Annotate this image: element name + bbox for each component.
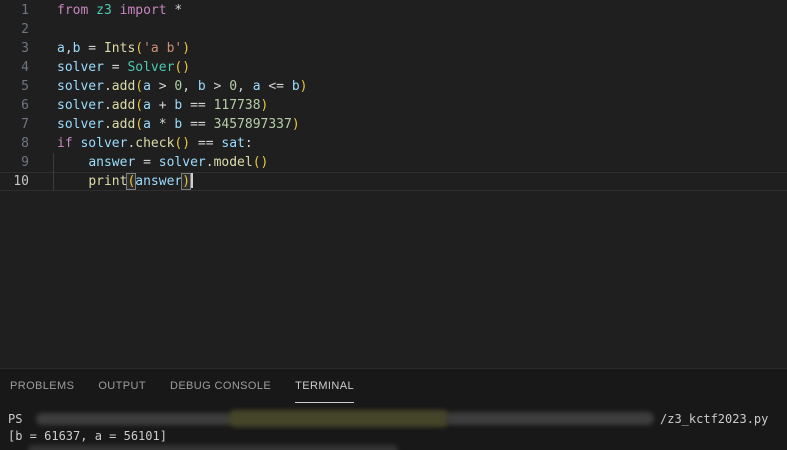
text-cursor (191, 173, 193, 188)
code-line-5[interactable]: 5 solver.add(a > 0, b > 0, a <= b) (0, 77, 787, 96)
panel-tab-terminal[interactable]: TERMINAL (295, 369, 354, 403)
line-number: 7 (21, 117, 29, 132)
code-text: a,b = Ints('a b') (57, 41, 191, 56)
terminal-prompt: PS (8, 412, 23, 426)
line-number: 1 (21, 3, 29, 18)
redacted-path-blur (446, 412, 654, 425)
code-line-8[interactable]: 8 if solver.check() == sat: (0, 134, 787, 153)
code-line-1[interactable]: 1 from z3 import * (0, 1, 787, 20)
line-number: 3 (21, 41, 29, 56)
redacted-path-blur (36, 413, 232, 425)
line-number: 5 (21, 79, 29, 94)
code-editor[interactable]: 1 from z3 import * 2 3 a,b = Ints('a b') 4 sol… (0, 0, 787, 369)
terminal-output-model: [b = 61637, a = 56101] (8, 429, 167, 443)
indent-guide (53, 172, 54, 191)
code-line-3[interactable]: 3 a,b = Ints('a b') (0, 39, 787, 58)
terminal-script-filename: /z3_kctf2023.py (660, 412, 769, 426)
panel-tab-output[interactable]: OUTPUT (98, 369, 146, 403)
line-number: 8 (21, 136, 29, 151)
indent-guide (53, 153, 54, 172)
code-text: solver.add(a > 0, b > 0, a <= b) (57, 79, 308, 94)
bottom-panel: PROBLEMS OUTPUT DEBUG CONSOLE TERMINAL PS /… (0, 368, 787, 450)
line-number: 6 (21, 98, 29, 113)
line-number: 2 (21, 22, 29, 37)
code-text: if solver.check() == sat: (57, 136, 253, 151)
code-line-10[interactable]: 10 print(answer) (0, 172, 787, 191)
line-number: 9 (21, 155, 29, 170)
line-number: 4 (21, 60, 29, 75)
line-number: 10 (13, 174, 29, 189)
code-line-6[interactable]: 6 solver.add(a + b == 117738) (0, 96, 787, 115)
panel-tab-problems[interactable]: PROBLEMS (10, 369, 74, 403)
code-line-4[interactable]: 4 solver = Solver() (0, 58, 787, 77)
code-text: from z3 import * (57, 3, 183, 18)
code-text: solver.add(a * b == 3457897337) (57, 117, 300, 132)
code-line-2[interactable]: 2 (0, 20, 787, 39)
redacted-command-blur (228, 410, 450, 427)
panel-tab-bar: PROBLEMS OUTPUT DEBUG CONSOLE TERMINAL (0, 369, 787, 403)
code-text: solver = Solver() (57, 60, 191, 75)
code-text: print(answer) (53, 172, 193, 191)
vscode-window: 1 from z3 import * 2 3 a,b = Ints('a b') 4 sol… (0, 0, 787, 450)
code-line-9[interactable]: 9 answer = solver.model() (0, 153, 787, 172)
code-line-7[interactable]: 7 solver.add(a * b == 3457897337) (0, 115, 787, 134)
panel-tab-debug-console[interactable]: DEBUG CONSOLE (170, 369, 271, 403)
code-text: answer = solver.model() (53, 153, 268, 172)
code-text: solver.add(a + b == 117738) (57, 98, 269, 113)
redacted-prompt-blur (28, 445, 398, 450)
terminal-view[interactable]: PS /z3_kctf2023.py [b = 61637, a = 56101… (0, 403, 787, 450)
